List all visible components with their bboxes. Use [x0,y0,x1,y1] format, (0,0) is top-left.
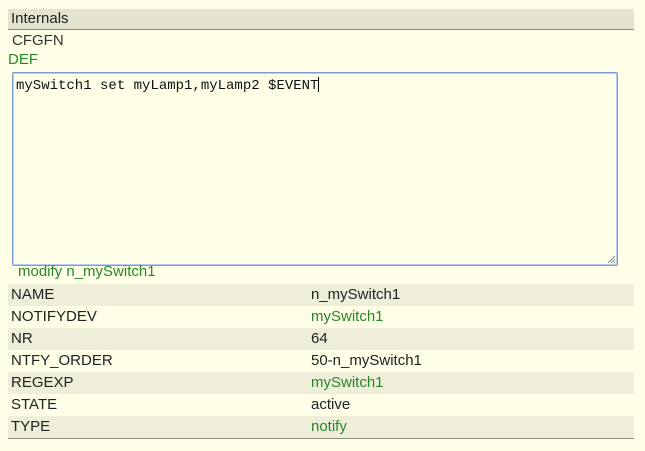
internal-key: TYPE [11,418,51,435]
internal-value: n_mySwitch1 [311,286,401,303]
internals-table: NAME n_mySwitch1 NOTIFYDEV mySwitch1 NR … [8,284,634,439]
internal-key: NAME [11,286,55,303]
cfgfn-label: CFGFN [12,32,64,49]
def-link[interactable]: DEF [8,52,634,70]
modify-link[interactable]: modify n_mySwitch1 [18,263,156,281]
internal-value-link[interactable]: notify [311,416,634,438]
resize-grip-icon[interactable] [607,255,616,264]
internal-value: 50-n_mySwitch1 [311,352,422,369]
table-row: TYPE notify [8,416,634,438]
internal-key: REGEXP [11,374,74,391]
internal-value-link[interactable]: mySwitch1 [311,306,634,328]
internal-key: NR [11,330,33,347]
definition-text[interactable]: mySwitch1 set myLamp1,myLamp2 $EVENT [16,78,318,94]
internal-key: NOTIFYDEV [11,308,97,325]
internal-key: NTFY_ORDER [11,352,113,369]
table-row: NR 64 [8,328,634,350]
table-row: NOTIFYDEV mySwitch1 [8,306,634,328]
definition-editor[interactable]: mySwitch1 set myLamp1,myLamp2 $EVENT [12,72,618,266]
table-row: NAME n_mySwitch1 [8,284,634,306]
table-row: REGEXP mySwitch1 [8,372,634,394]
internals-header: Internals [8,9,634,30]
internals-panel: Internals CFGFN DEF mySwitch1 set myLamp… [8,9,634,439]
table-row: STATE active [8,394,634,416]
text-caret [318,77,320,92]
internal-value-link[interactable]: mySwitch1 [311,372,634,394]
table-row: NTFY_ORDER 50-n_mySwitch1 [8,350,634,372]
internal-value: 64 [311,330,328,347]
internal-value: active [311,396,351,413]
internal-key: STATE [11,396,58,413]
